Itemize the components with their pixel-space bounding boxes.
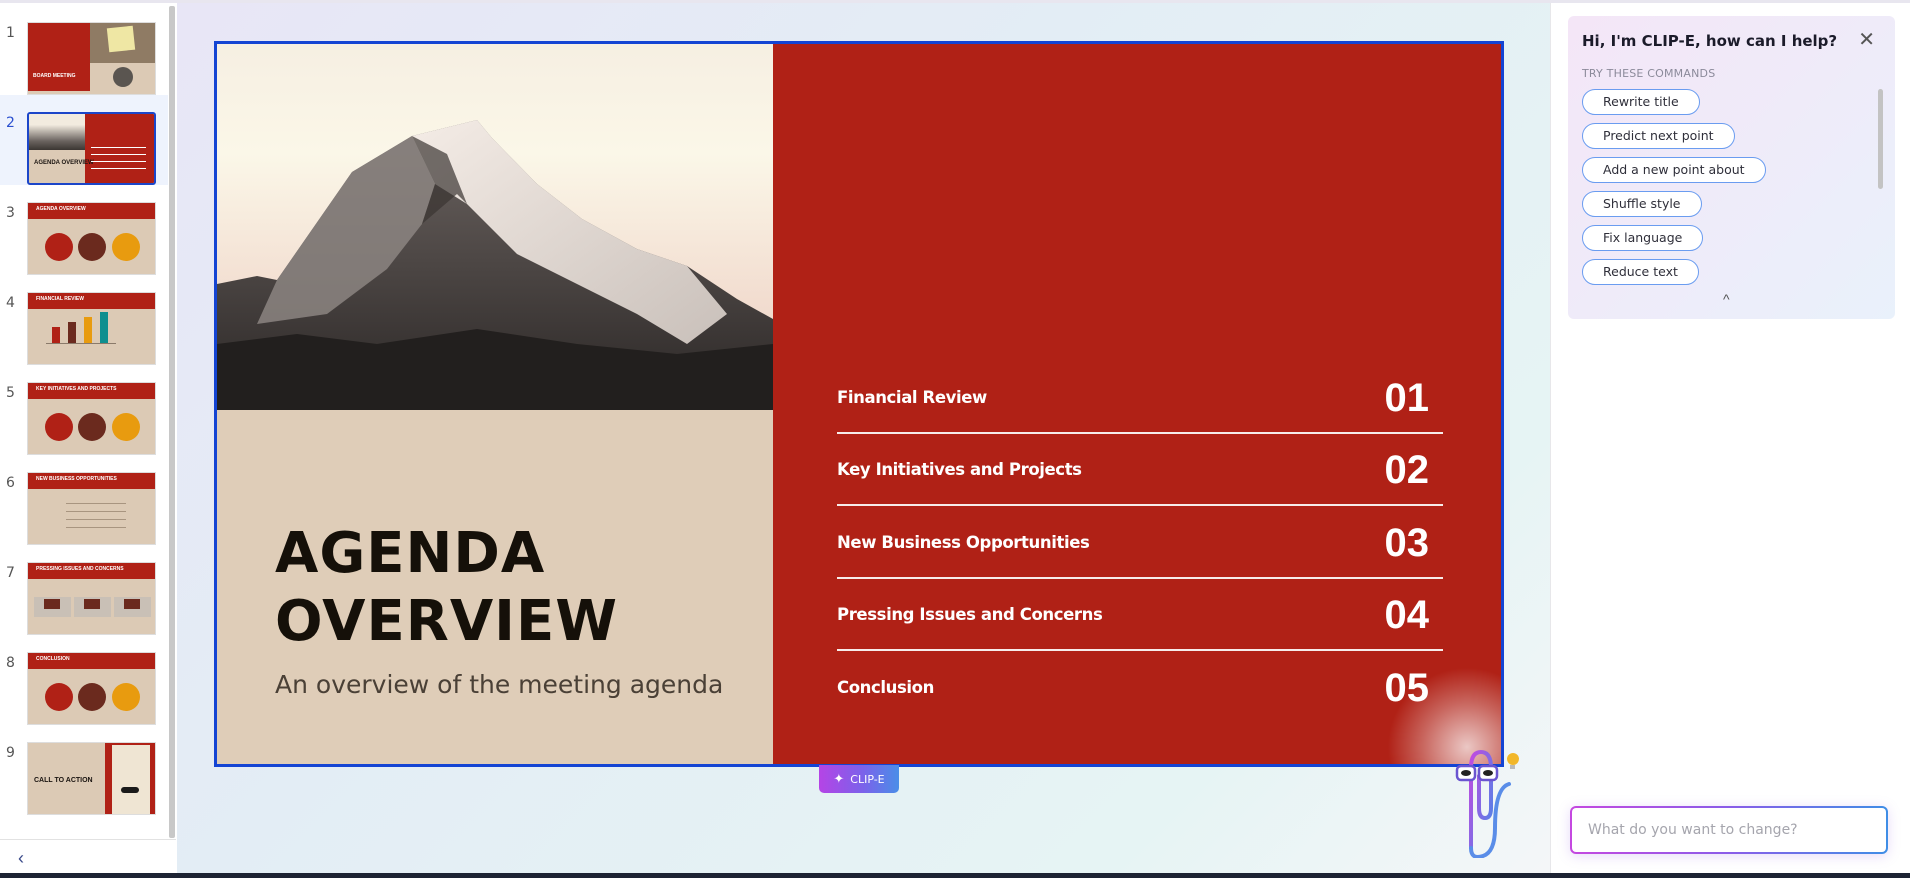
magic-sparkle-icon: ✦ (833, 771, 845, 787)
thumbnail-preview: KEY INITIATIVES AND PROJECTS (27, 382, 156, 455)
command-shuffle-style[interactable]: Shuffle style (1582, 191, 1702, 217)
sidebar-footer: ‹ (0, 839, 176, 873)
slide-title-area: AGENDA OVERVIEW An overview of the meeti… (217, 410, 773, 764)
thumbnail-title: FINANCIAL REVIEW (36, 296, 84, 302)
agenda-panel: Financial Review 01 Key Initiatives and … (773, 44, 1501, 764)
slide-subtitle[interactable]: An overview of the meeting agenda (275, 670, 723, 699)
bottom-bar (0, 873, 1910, 878)
slide-number: 5 (6, 385, 15, 401)
sidebar-scrollbar[interactable] (169, 6, 175, 838)
thumbnail-preview: NEW BUSINESS OPPORTUNITIES (27, 472, 156, 545)
thumbnail-title: AGENDA OVERVIEW (34, 160, 94, 166)
agenda-item-2[interactable]: Key Initiatives and Projects 02 (837, 434, 1443, 506)
slide-thumbnail-6[interactable]: 6 NEW BUSINESS OPPORTUNITIES (0, 455, 168, 545)
agenda-divider (837, 649, 1443, 651)
agenda-item-5[interactable]: Conclusion 05 (837, 652, 1443, 724)
prompt-input[interactable] (1572, 808, 1886, 852)
slide-number: 9 (6, 745, 15, 761)
slide-thumbnail-2[interactable]: 2 AGENDA OVERVIEW (0, 95, 168, 185)
slide-number: 4 (6, 295, 15, 311)
agenda-item-label: Pressing Issues and Concerns (837, 605, 1103, 624)
agenda-item-label: Financial Review (837, 388, 987, 407)
mountain-image[interactable] (217, 44, 773, 410)
commands-scrollbar[interactable] (1878, 89, 1883, 189)
slide-thumbnails-sidebar: 1 BOARD MEETING 2 AGENDA OVERVIEW 3 AGEN… (0, 3, 176, 873)
commands-header: TRY THESE COMMANDS (1582, 67, 1716, 80)
thumbnail-preview: CONCLUSION (27, 652, 156, 725)
thumbnail-preview: FINANCIAL REVIEW (27, 292, 156, 365)
slide-thumbnail-5[interactable]: 5 KEY INITIATIVES AND PROJECTS (0, 365, 168, 455)
slide-number: 6 (6, 475, 15, 491)
assistant-card: Hi, I'm CLIP-E, how can I help? ✕ TRY TH… (1568, 16, 1895, 319)
agenda-item-number: 02 (1384, 448, 1430, 492)
thumbnail-title: KEY INITIATIVES AND PROJECTS (36, 386, 117, 392)
chevron-up-icon[interactable]: ^ (1723, 291, 1730, 307)
clipe-button-label: CLIP-E (850, 772, 885, 786)
app-root: 1 BOARD MEETING 2 AGENDA OVERVIEW 3 AGEN… (0, 0, 1910, 878)
agenda-divider (837, 504, 1443, 506)
command-fix-language[interactable]: Fix language (1582, 225, 1704, 251)
thumbnail-preview: CALL TO ACTION (27, 742, 156, 815)
thumbnail-list: 1 BOARD MEETING 2 AGENDA OVERVIEW 3 AGEN… (0, 3, 168, 839)
agenda-item-number: 04 (1384, 593, 1430, 637)
agenda-item-1[interactable]: Financial Review 01 (837, 362, 1443, 434)
command-add-new-point[interactable]: Add a new point about (1582, 157, 1766, 183)
agenda-item-label: Key Initiatives and Projects (837, 460, 1082, 479)
agenda-item-label: New Business Opportunities (837, 533, 1090, 552)
slide-number: 3 (6, 205, 15, 221)
assistant-panel: Hi, I'm CLIP-E, how can I help? ✕ TRY TH… (1550, 3, 1910, 873)
slide-thumbnail-3[interactable]: 3 AGENDA OVERVIEW (0, 185, 168, 275)
thumbnail-title: BOARD MEETING (33, 73, 76, 79)
paperclip-mascot-icon[interactable] (1449, 748, 1519, 858)
thumbnail-preview: AGENDA OVERVIEW (27, 202, 156, 275)
command-rewrite-title[interactable]: Rewrite title (1582, 89, 1700, 115)
slide-title[interactable]: AGENDA OVERVIEW (275, 520, 618, 656)
thumbnail-title: AGENDA OVERVIEW (36, 206, 86, 212)
prompt-input-wrapper (1570, 806, 1888, 854)
slide-thumbnail-4[interactable]: 4 FINANCIAL REVIEW (0, 275, 168, 365)
slide-number: 7 (6, 565, 15, 581)
slide-thumbnail-9[interactable]: 9 CALL TO ACTION (0, 725, 168, 815)
slide-number: 2 (6, 115, 15, 131)
assistant-title: Hi, I'm CLIP-E, how can I help? (1582, 32, 1838, 50)
agenda-item-3[interactable]: New Business Opportunities 03 (837, 507, 1443, 579)
slide-thumbnail-1[interactable]: 1 BOARD MEETING (0, 5, 168, 95)
thumbnail-title: PRESSING ISSUES AND CONCERNS (36, 566, 124, 572)
slide-canvas: AGENDA OVERVIEW An overview of the meeti… (177, 3, 1550, 873)
clipe-button[interactable]: ✦ CLIP-E (819, 765, 899, 793)
slide-thumbnail-7[interactable]: 7 PRESSING ISSUES AND CONCERNS (0, 545, 168, 635)
close-icon[interactable]: ✕ (1858, 30, 1875, 50)
chevron-left-icon[interactable]: ‹ (18, 848, 24, 869)
thumbnail-title: NEW BUSINESS OPPORTUNITIES (36, 476, 117, 482)
agenda-item-4[interactable]: Pressing Issues and Concerns 04 (837, 579, 1443, 651)
thumbnail-preview: PRESSING ISSUES AND CONCERNS (27, 562, 156, 635)
slide-title-line-2: OVERVIEW (275, 589, 619, 654)
command-reduce-text[interactable]: Reduce text (1582, 259, 1699, 285)
slide-number: 1 (6, 25, 15, 41)
slide-thumbnail-8[interactable]: 8 CONCLUSION (0, 635, 168, 725)
agenda-item-label: Conclusion (837, 678, 934, 697)
thumbnail-preview: AGENDA OVERVIEW (27, 112, 156, 185)
command-list: Rewrite title Predict next point Add a n… (1582, 89, 1862, 293)
thumbnail-title: CALL TO ACTION (34, 777, 93, 784)
thumbnail-preview: BOARD MEETING (27, 22, 156, 95)
agenda-item-number: 01 (1384, 376, 1430, 420)
mountain-illustration (217, 120, 773, 410)
slide-title-line-1: AGENDA (275, 521, 546, 586)
command-predict-next-point[interactable]: Predict next point (1582, 123, 1735, 149)
slide-number: 8 (6, 655, 15, 671)
current-slide[interactable]: AGENDA OVERVIEW An overview of the meeti… (214, 41, 1504, 767)
thumbnail-title: CONCLUSION (36, 656, 70, 662)
agenda-item-number: 03 (1384, 521, 1430, 565)
